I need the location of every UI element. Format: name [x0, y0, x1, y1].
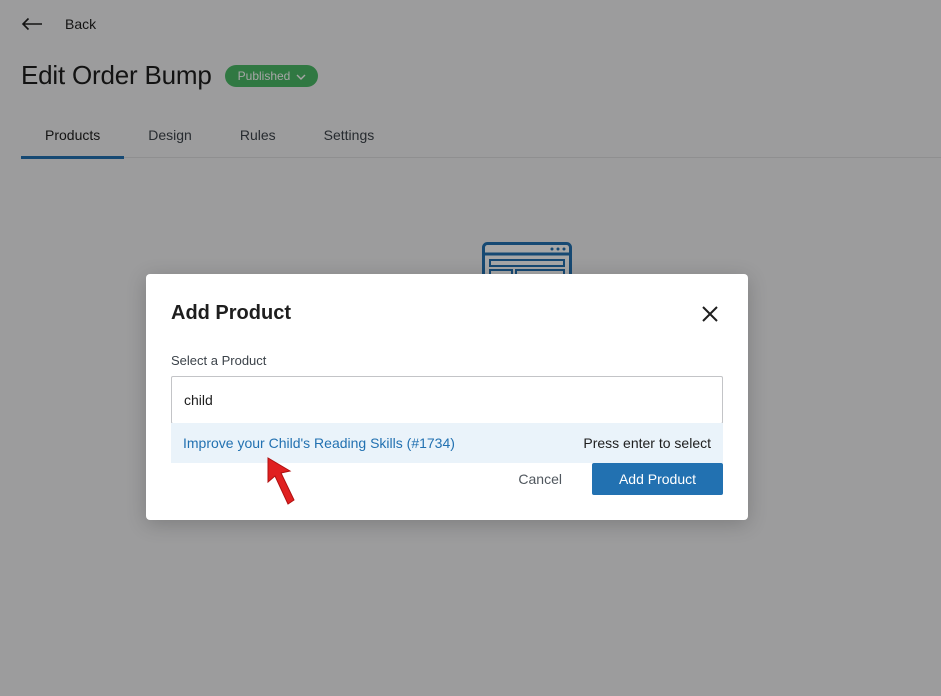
add-product-modal: Add Product Select a Product Improve you…	[146, 274, 748, 520]
modal-title: Add Product	[171, 302, 291, 324]
select-product-label: Select a Product	[171, 353, 267, 368]
product-search-input[interactable]	[171, 376, 723, 424]
add-product-button[interactable]: Add Product	[592, 463, 723, 495]
cancel-button[interactable]: Cancel	[518, 471, 562, 487]
suggestion-hint: Press enter to select	[583, 435, 711, 451]
suggestion-label: Improve your Child's Reading Skills (#17…	[183, 435, 455, 451]
close-icon[interactable]	[698, 302, 722, 326]
red-pointer-arrow-icon	[262, 456, 298, 513]
modal-footer: Cancel Add Product	[518, 463, 723, 495]
product-suggestion-option[interactable]: Improve your Child's Reading Skills (#17…	[171, 423, 723, 463]
